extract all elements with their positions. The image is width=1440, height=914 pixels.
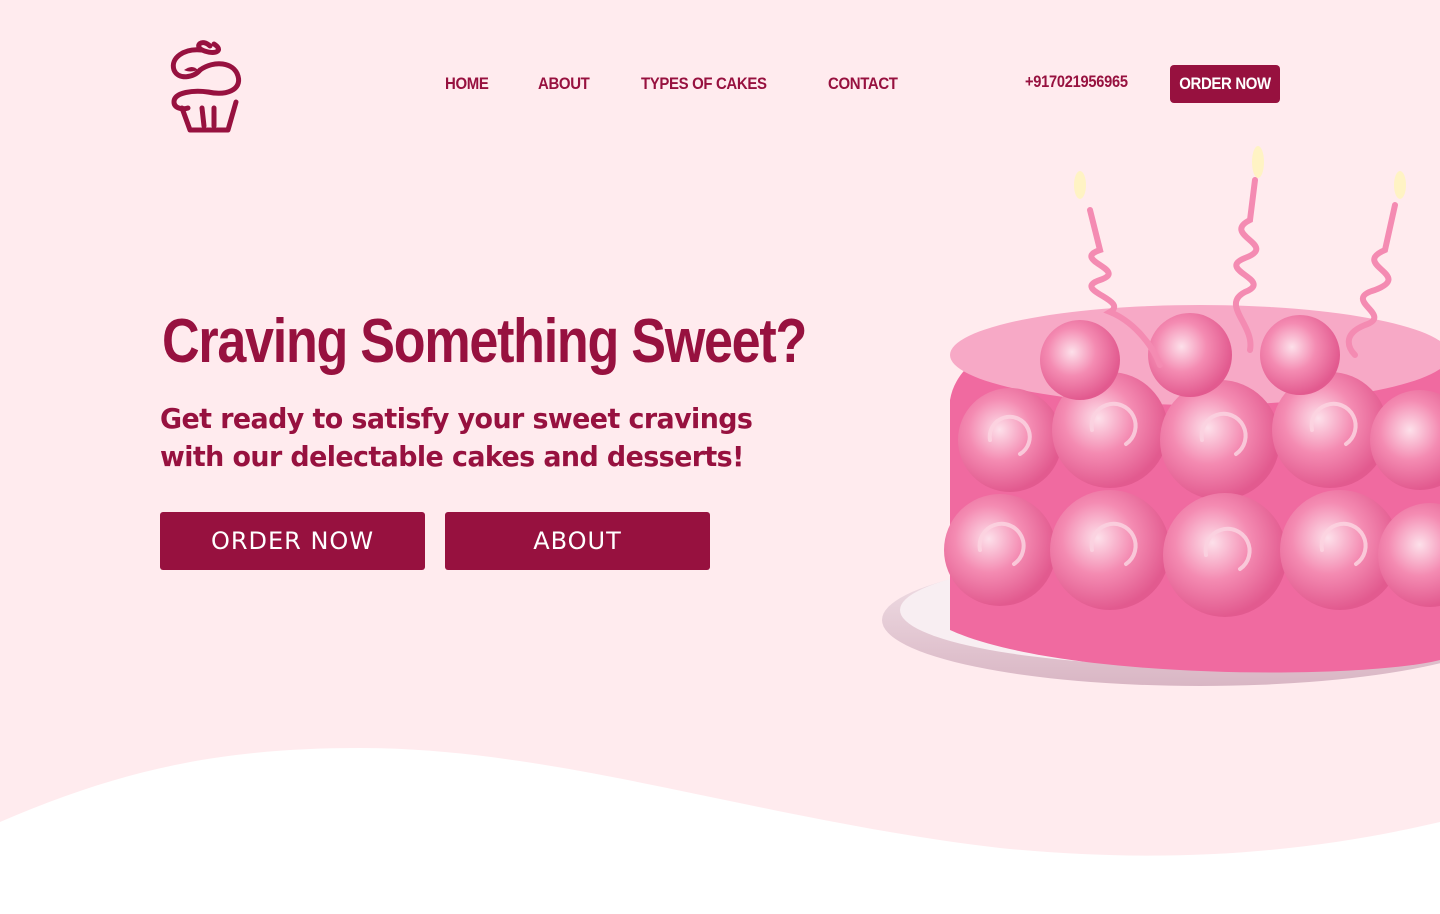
hero-subtitle-line-1: Get ready to satisfy your sweet cravings: [160, 402, 753, 435]
nav-home[interactable]: HOME: [445, 74, 489, 94]
cake-image: [882, 146, 1440, 686]
hero-subtitle: Get ready to satisfy your sweet cravings…: [160, 400, 800, 476]
main-nav: HOME ABOUT TYPES OF CAKES CONTACT: [445, 72, 907, 96]
cupcake-icon[interactable]: [164, 36, 248, 134]
hero-section: HOME ABOUT TYPES OF CAKES CONTACT +91702…: [0, 0, 1440, 914]
nav-about[interactable]: ABOUT: [538, 74, 590, 94]
hero-about-button[interactable]: ABOUT: [445, 512, 710, 570]
nav-types-of-cakes[interactable]: TYPES OF CAKES: [641, 74, 767, 94]
hero-headline: Craving Something Sweet?: [162, 307, 807, 376]
nav-order-now-label: ORDER NOW: [1179, 74, 1271, 93]
hero-order-now-button[interactable]: ORDER NOW: [160, 512, 425, 570]
phone-number[interactable]: +917021956965: [1025, 72, 1128, 92]
hero-subtitle-line-2: with our delectable cakes and desserts!: [160, 440, 744, 473]
nav-contact[interactable]: CONTACT: [828, 74, 898, 94]
nav-order-now-button[interactable]: ORDER NOW: [1170, 65, 1280, 103]
